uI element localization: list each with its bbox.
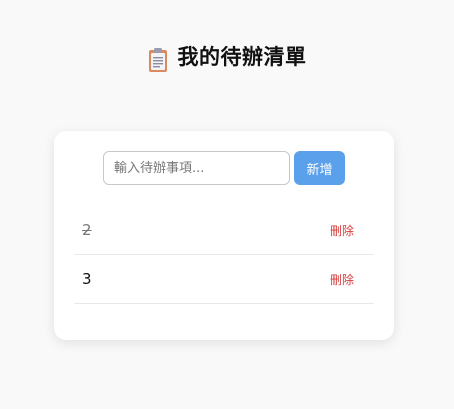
delete-button[interactable]: 刪除 (330, 222, 354, 239)
todo-input[interactable] (103, 151, 290, 185)
todo-app: 我的待辦清單 新增 2 刪除 3 刪除 (0, 0, 454, 409)
delete-button[interactable]: 刪除 (330, 271, 354, 288)
clipboard-icon (148, 43, 168, 72)
todo-item[interactable]: 2 刪除 (74, 206, 374, 255)
todo-list: 2 刪除 3 刪除 (74, 206, 374, 304)
todo-card: 新增 2 刪除 3 刪除 (54, 131, 394, 340)
add-button[interactable]: 新增 (294, 151, 345, 185)
todo-item-text[interactable]: 2 (82, 221, 92, 239)
todo-item-text[interactable]: 3 (82, 270, 92, 288)
page-title: 我的待辦清單 (0, 40, 454, 72)
todo-item[interactable]: 3 刪除 (74, 255, 374, 304)
page-title-text: 我的待辦清單 (177, 45, 307, 69)
add-todo-form: 新增 (103, 151, 345, 185)
